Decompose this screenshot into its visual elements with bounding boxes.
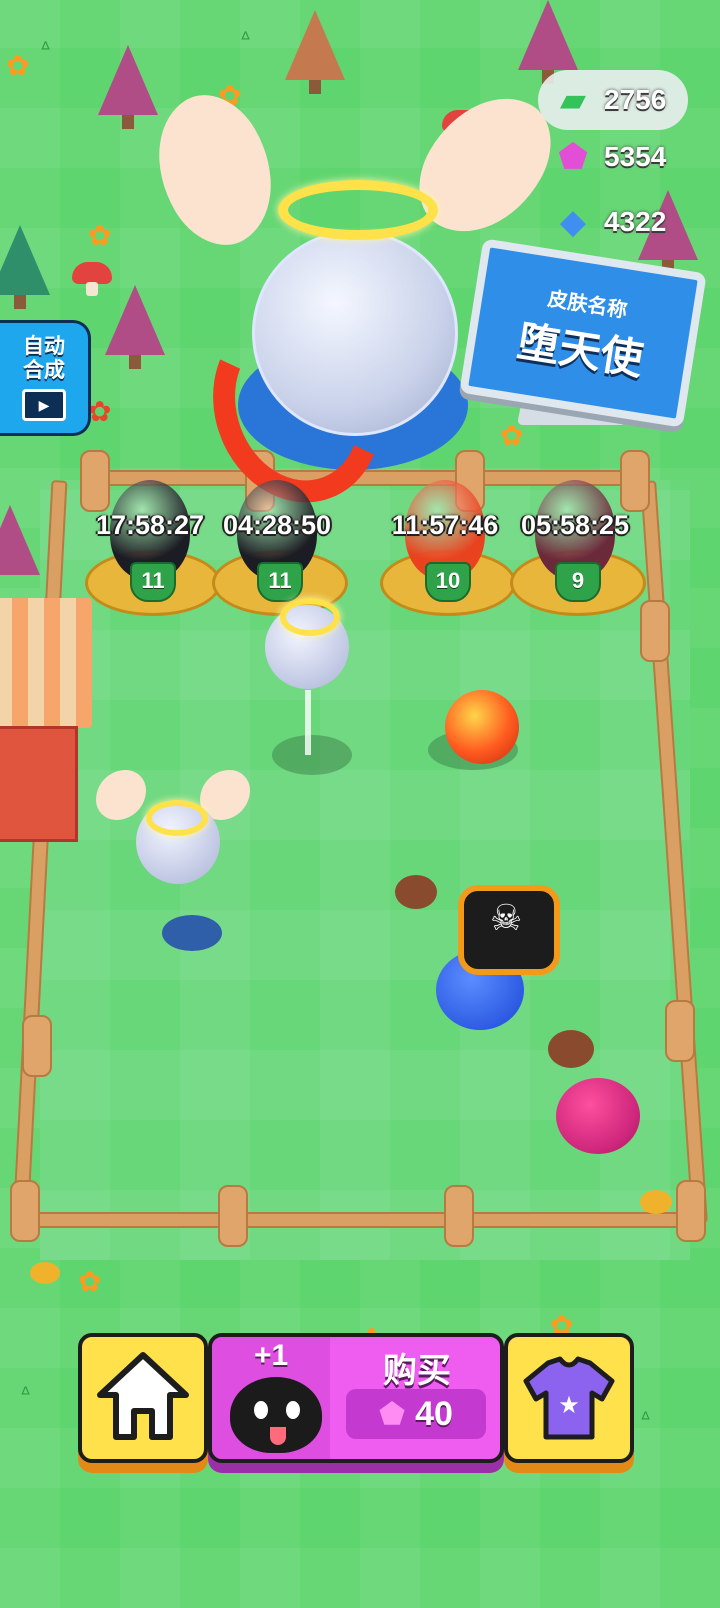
home-icon [97, 1352, 189, 1440]
grass-tuft: ᐞ [240, 29, 251, 51]
video-icon: ▶ [22, 389, 66, 421]
level-badge: 9 [555, 562, 601, 602]
diamond-value: 4322 [604, 206, 667, 237]
buy-label: 购买 [383, 1352, 451, 1390]
incubator-nest[interactable]: 11:57:46 10 [370, 480, 520, 620]
home-button[interactable] [78, 1333, 208, 1463]
incubator-nest[interactable]: 04:28:50 11 [202, 480, 352, 620]
diamond-counter: ◆ 4322 [550, 198, 700, 246]
skull-icon: ☠ [490, 897, 523, 938]
level-badge: 10 [425, 562, 471, 602]
pink-blob[interactable] [556, 1078, 640, 1154]
skins-button[interactable]: ★ [504, 1333, 634, 1463]
buy-creature-button[interactable]: +1 购买 ⬟ 40 [208, 1333, 504, 1463]
fence-post [676, 1180, 706, 1242]
level-badge: 11 [130, 562, 176, 602]
bonus-label: +1 [254, 1339, 289, 1372]
fence-post [10, 1180, 40, 1242]
poop[interactable] [548, 1030, 594, 1068]
game-stage: ✿ ✿ ✿ ✿ ✿ ✿ ✿ ✿ ✿ ᐞ ᐞ ᐞ ᐞ ᐞ 皮肤名称 堕天使 17:… [0, 0, 720, 1608]
halo [146, 800, 208, 836]
level-badge: 11 [257, 562, 303, 602]
grass-tuft: ᐞ [640, 1409, 651, 1431]
diamond-icon: ◆ [559, 203, 587, 241]
fence-post [665, 1000, 695, 1062]
price-value: 40 [415, 1394, 453, 1433]
shadow [272, 735, 352, 775]
gem-value: 5354 [604, 141, 667, 172]
poop[interactable] [395, 875, 437, 909]
grass-tuft: ᐞ [40, 39, 51, 61]
light-beam [305, 690, 311, 755]
flower: ✿ [78, 1266, 102, 1297]
cash-value: 2756 [604, 84, 667, 115]
hatch-timer: 04:28:50 [222, 510, 332, 540]
flower: ✿ [6, 50, 30, 81]
coin[interactable] [640, 1190, 672, 1214]
fire-blob[interactable] [445, 690, 519, 764]
hatch-timer: 05:58:25 [520, 510, 630, 540]
svg-text:★: ★ [558, 1391, 580, 1419]
flower: ✿ [500, 420, 524, 451]
auto-merge-label-2: 合成 [23, 359, 65, 382]
barn [0, 598, 92, 842]
flower: ✿ [88, 220, 112, 251]
skin-name: 堕天使 [514, 317, 647, 384]
fence-rail [20, 1212, 696, 1228]
halo [280, 598, 340, 636]
gem-icon: ⬟ [558, 138, 588, 176]
incubator-nest[interactable]: 05:58:25 9 [500, 480, 650, 620]
mushroom [72, 262, 112, 296]
flower: ✿ [88, 396, 112, 427]
fence-post [444, 1185, 474, 1247]
auto-merge-label-1: 自动 [23, 335, 65, 358]
spawn-pad [162, 915, 222, 951]
cash-icon: ▰ [559, 81, 587, 119]
halo [278, 180, 438, 240]
coin[interactable] [30, 1262, 60, 1284]
gem-icon: ⬟ [379, 1397, 406, 1431]
cash-counter: ▰ 2756 [550, 76, 700, 124]
fence-post [218, 1185, 248, 1247]
price-tag: ⬟ 40 [346, 1389, 486, 1439]
grass-tuft: ᐞ [20, 1384, 31, 1406]
black-blob-icon [230, 1377, 322, 1453]
auto-merge-button[interactable]: 自动 合成 ▶ [0, 320, 91, 436]
shirt-icon: ★ [523, 1356, 615, 1440]
fence-post [22, 1015, 52, 1077]
gem-counter: ⬟ 5354 [550, 133, 700, 181]
